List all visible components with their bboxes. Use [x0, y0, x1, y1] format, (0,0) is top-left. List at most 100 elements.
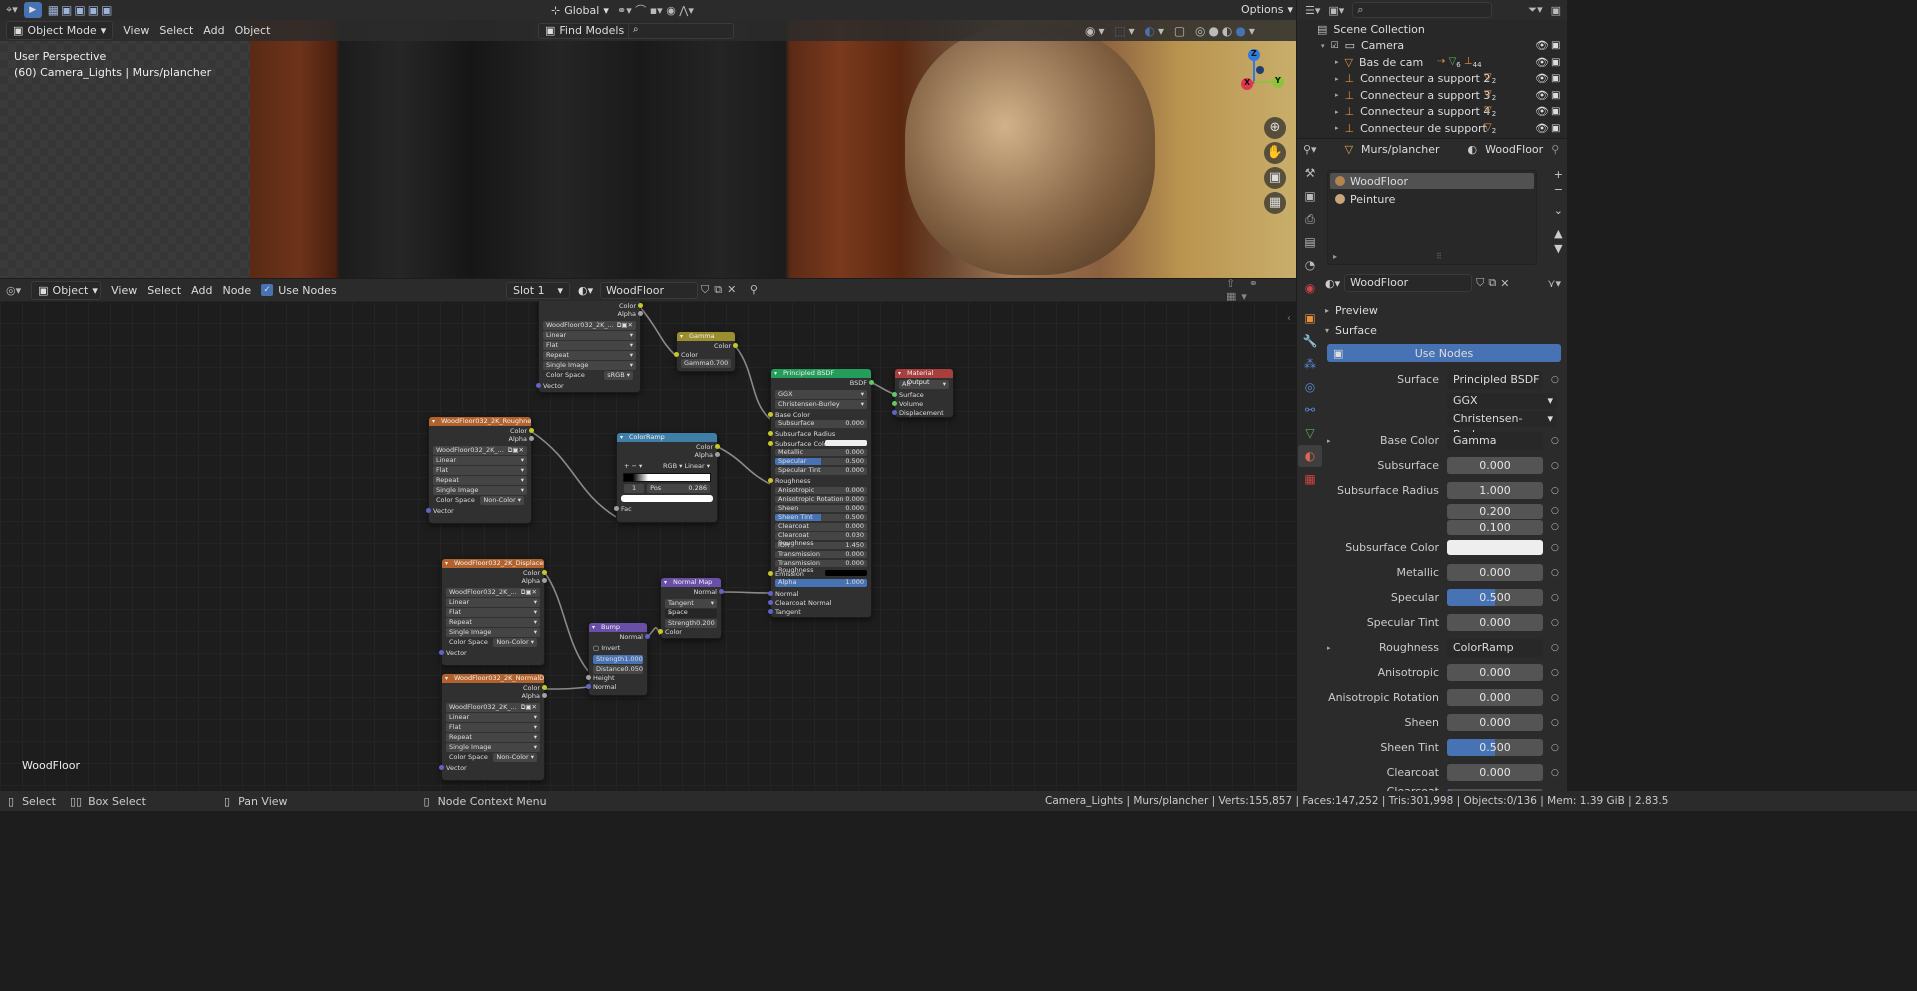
roughness-texture-node[interactable]: WoodFloor032_2K_Roughness.png Color Alph… [426, 416, 534, 524]
bsdf-input-row[interactable]: Subsurface 0.000 [775, 419, 867, 428]
pivot-snap-icons[interactable]: ⚭▾ ⌒ ▪▾ ◉ ⋀▾ [617, 2, 694, 18]
projection-dropdown[interactable]: Flat ▾ [543, 341, 636, 350]
bsdf-input-row[interactable]: Specular Tint 0.000 [775, 466, 867, 475]
extension-dropdown[interactable]: Repeat ▾ [446, 618, 540, 627]
socket-dot[interactable] [542, 693, 547, 698]
list-resize-handle[interactable]: ⠿ [1436, 252, 1442, 261]
list-expand-icon[interactable]: ▸ [1333, 252, 1337, 261]
link-socket-icon[interactable]: ○ [1551, 506, 1559, 516]
camera-view-icon[interactable]: ▣ [1264, 167, 1286, 189]
material-tab-icon[interactable]: ◐ [1298, 445, 1322, 467]
material-name-field[interactable]: WoodFloor [600, 281, 698, 299]
visibility-eye-icon[interactable]: 👁 [1535, 105, 1549, 118]
outliner-item[interactable]: ▾ ☑ ▭ Camera 👁 ▣ [1297, 38, 1567, 55]
property-number-field[interactable]: 0.000 [1447, 457, 1543, 474]
color-swatch[interactable] [1447, 540, 1543, 555]
socket-dot[interactable] [768, 590, 773, 596]
link-socket-icon[interactable]: ○ [1551, 461, 1559, 471]
select-tool-icon[interactable]: ▶ [23, 2, 42, 18]
color-swatch[interactable] [825, 570, 867, 577]
socket-dot[interactable] [768, 431, 773, 437]
shader-type-dropdown[interactable]: ▣ Object ▾ [31, 280, 102, 300]
colorspace-dropdown[interactable]: Color Space Non-Color ▾ [446, 753, 540, 762]
socket-dot[interactable] [542, 570, 547, 575]
bsdf-input-row[interactable]: Alpha 1.000 [775, 578, 867, 587]
view-layer-tab-icon[interactable]: ▤ [1298, 231, 1322, 253]
principled-bsdf-node[interactable]: Principled BSDF BSDF GGX▾ Christensen-Bu… [768, 368, 874, 618]
constraints-tab-icon[interactable]: ⚯ [1298, 399, 1322, 421]
slot-dropdown[interactable]: Slot 1 ▾ [506, 281, 570, 299]
render-tab-icon[interactable]: ▣ [1298, 185, 1322, 207]
node-menu-view[interactable]: View [111, 284, 137, 297]
socket-dot[interactable] [638, 311, 643, 316]
ramp-stop-fields[interactable]: 1 Pos 0.286 [621, 484, 713, 493]
colorspace-dropdown[interactable]: Color Space sRGB ▾ [543, 371, 636, 380]
outliner-search-input[interactable]: ⌕ [1352, 2, 1493, 18]
viewport-search-input[interactable]: ⌕ [628, 22, 734, 39]
bsdf-input-row[interactable]: Roughness [768, 476, 871, 485]
interp-dropdown[interactable]: Linear ▾ [433, 456, 527, 465]
scene-tab-icon[interactable]: ◔ [1298, 254, 1322, 276]
data-tab-icon[interactable]: ▽ [1298, 422, 1322, 444]
bsdf-input-row[interactable]: Base Color [768, 410, 871, 419]
socket-dot[interactable] [674, 352, 679, 357]
use-nodes-button[interactable]: ▣ Use Nodes [1327, 344, 1561, 362]
property-number-field[interactable]: 0.000 [1447, 714, 1543, 731]
outliner-type-icon[interactable]: ☰▾ [1305, 4, 1320, 17]
property-number-field[interactable]: 0.500 [1447, 589, 1543, 606]
display-mode-icon[interactable]: ▣▾ [1328, 4, 1344, 17]
bsdf-input-row[interactable]: IOR 1.450 [775, 541, 867, 550]
editor-type-dropdown[interactable]: ◎▾ [6, 284, 21, 297]
bsdf-input-row[interactable]: Sheen 0.000 [775, 504, 867, 513]
interp-dropdown[interactable]: Linear ▾ [446, 598, 540, 607]
breadcrumb-material[interactable]: WoodFloor [1485, 143, 1543, 156]
extension-dropdown[interactable]: Repeat ▾ [543, 351, 636, 360]
transform-orientation-dropdown[interactable]: ⊹ Global ▾ [545, 2, 615, 19]
image-selector[interactable]: WoodFloor032_2K_... ⧉▣✕ [446, 703, 540, 712]
socket-dot[interactable] [614, 506, 619, 511]
expand-arrow-icon[interactable]: ▸ [1335, 58, 1339, 66]
distribution-dropdown[interactable]: GGX ▾ [775, 390, 867, 399]
property-number-field[interactable]: 0.500 [1447, 739, 1543, 756]
viewport-menu-select[interactable]: Select [159, 24, 193, 37]
fake-user-icon[interactable]: ⛉ [1476, 276, 1484, 290]
zoom-icon[interactable]: ⊕ [1264, 117, 1286, 139]
socket-dot[interactable] [586, 675, 591, 680]
outliner-item[interactable]: ▸ ⊥ Connecteur de support ▽2 👁 ▣ [1297, 120, 1567, 137]
material-output-node[interactable]: Material Output All▾ Surface Volume Disp… [892, 368, 954, 418]
property-number-field[interactable]: 0.000 [1447, 664, 1543, 681]
socket-dot[interactable] [768, 440, 773, 446]
slot-item-peinture[interactable]: Peinture [1330, 191, 1534, 207]
link-socket-icon[interactable]: ○ [1551, 693, 1559, 703]
property-number-field[interactable]: 0.100 [1447, 519, 1543, 535]
projection-dropdown[interactable]: Flat ▾ [433, 466, 527, 475]
particles-tab-icon[interactable]: ⁂ [1298, 353, 1322, 375]
source-dropdown[interactable]: Single Image ▾ [446, 628, 540, 637]
viewport-menu-object[interactable]: Object [235, 24, 271, 37]
property-link-field[interactable]: Gamma [1447, 431, 1543, 450]
socket-dot[interactable] [645, 634, 650, 639]
texture-tab-icon[interactable]: ▦ [1298, 468, 1322, 490]
navigation-gizmo[interactable]: Z Y X [1222, 48, 1286, 112]
socket-dot[interactable] [586, 684, 591, 689]
color-swatch[interactable] [825, 439, 867, 446]
slot-item-woodfloor[interactable]: WoodFloor [1330, 173, 1534, 189]
ramp-interp[interactable]: Linear [684, 462, 704, 470]
bsdf-input-row[interactable]: Specular 0.500 [775, 457, 867, 466]
render-camera-icon[interactable]: ▣ [1551, 57, 1560, 68]
properties-type-icon[interactable]: ⚲▾ [1303, 143, 1317, 156]
bsdf-input-row[interactable]: Emission [768, 569, 871, 578]
socket-dot[interactable] [542, 578, 547, 583]
source-dropdown[interactable]: Single Image ▾ [446, 743, 540, 752]
visibility-eye-icon[interactable]: 👁 [1535, 89, 1549, 102]
property-number-field[interactable]: 0.200 [1447, 503, 1543, 519]
outliner-item[interactable]: ▸ ▽ Bas de cam ⇢ ▽6 ⊥44 👁 ▣ [1297, 54, 1567, 71]
property-number-field[interactable]: 0.000 [1447, 764, 1543, 781]
visibility-eye-icon[interactable]: 👁 [1535, 122, 1549, 135]
link-socket-icon[interactable]: ○ [1551, 643, 1559, 653]
expand-arrow-icon[interactable]: ▸ [1327, 644, 1331, 652]
render-camera-icon[interactable]: ▣ [1551, 73, 1560, 84]
preview-panel-header[interactable]: ▸ Preview [1325, 301, 1567, 319]
scene-collection-row[interactable]: ▤ Scene Collection [1297, 21, 1567, 38]
render-camera-icon[interactable]: ▣ [1551, 90, 1560, 101]
